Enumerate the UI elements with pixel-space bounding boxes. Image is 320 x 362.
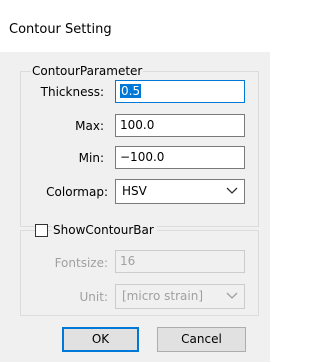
min-input[interactable]: −100.0 (115, 146, 245, 169)
show-contour-bar-label[interactable]: ShowContourBar (52, 223, 157, 237)
ok-button[interactable]: OK (62, 327, 139, 352)
window-title: Contour Setting (9, 22, 112, 37)
dialog-body: ContourParameter Thickness: 0.5 Max: 100… (0, 52, 270, 362)
unit-select[interactable]: [micro strain] (115, 284, 245, 309)
chevron-down-icon (226, 187, 238, 194)
min-label: Min: (78, 151, 104, 165)
fontsize-label: Fontsize: (54, 256, 108, 270)
show-contour-bar-checkbox[interactable] (35, 224, 48, 237)
cancel-button[interactable]: Cancel (157, 327, 246, 352)
colormap-select[interactable]: HSV (115, 179, 245, 204)
contour-parameter-legend: ContourParameter (31, 64, 144, 78)
title-bar: Contour Setting (0, 0, 270, 52)
thickness-input[interactable]: 0.5 (115, 80, 245, 103)
unit-label: Unit: (79, 290, 108, 304)
max-label: Max: (75, 119, 104, 133)
colormap-label: Colormap: (46, 185, 108, 199)
chevron-down-icon (226, 292, 238, 299)
max-input[interactable]: 100.0 (115, 114, 245, 137)
fontsize-input[interactable]: 16 (115, 250, 245, 273)
thickness-value: 0.5 (120, 84, 142, 98)
thickness-label: Thickness: (40, 85, 104, 99)
unit-value: [micro strain] (122, 289, 203, 303)
colormap-value: HSV (122, 184, 147, 198)
